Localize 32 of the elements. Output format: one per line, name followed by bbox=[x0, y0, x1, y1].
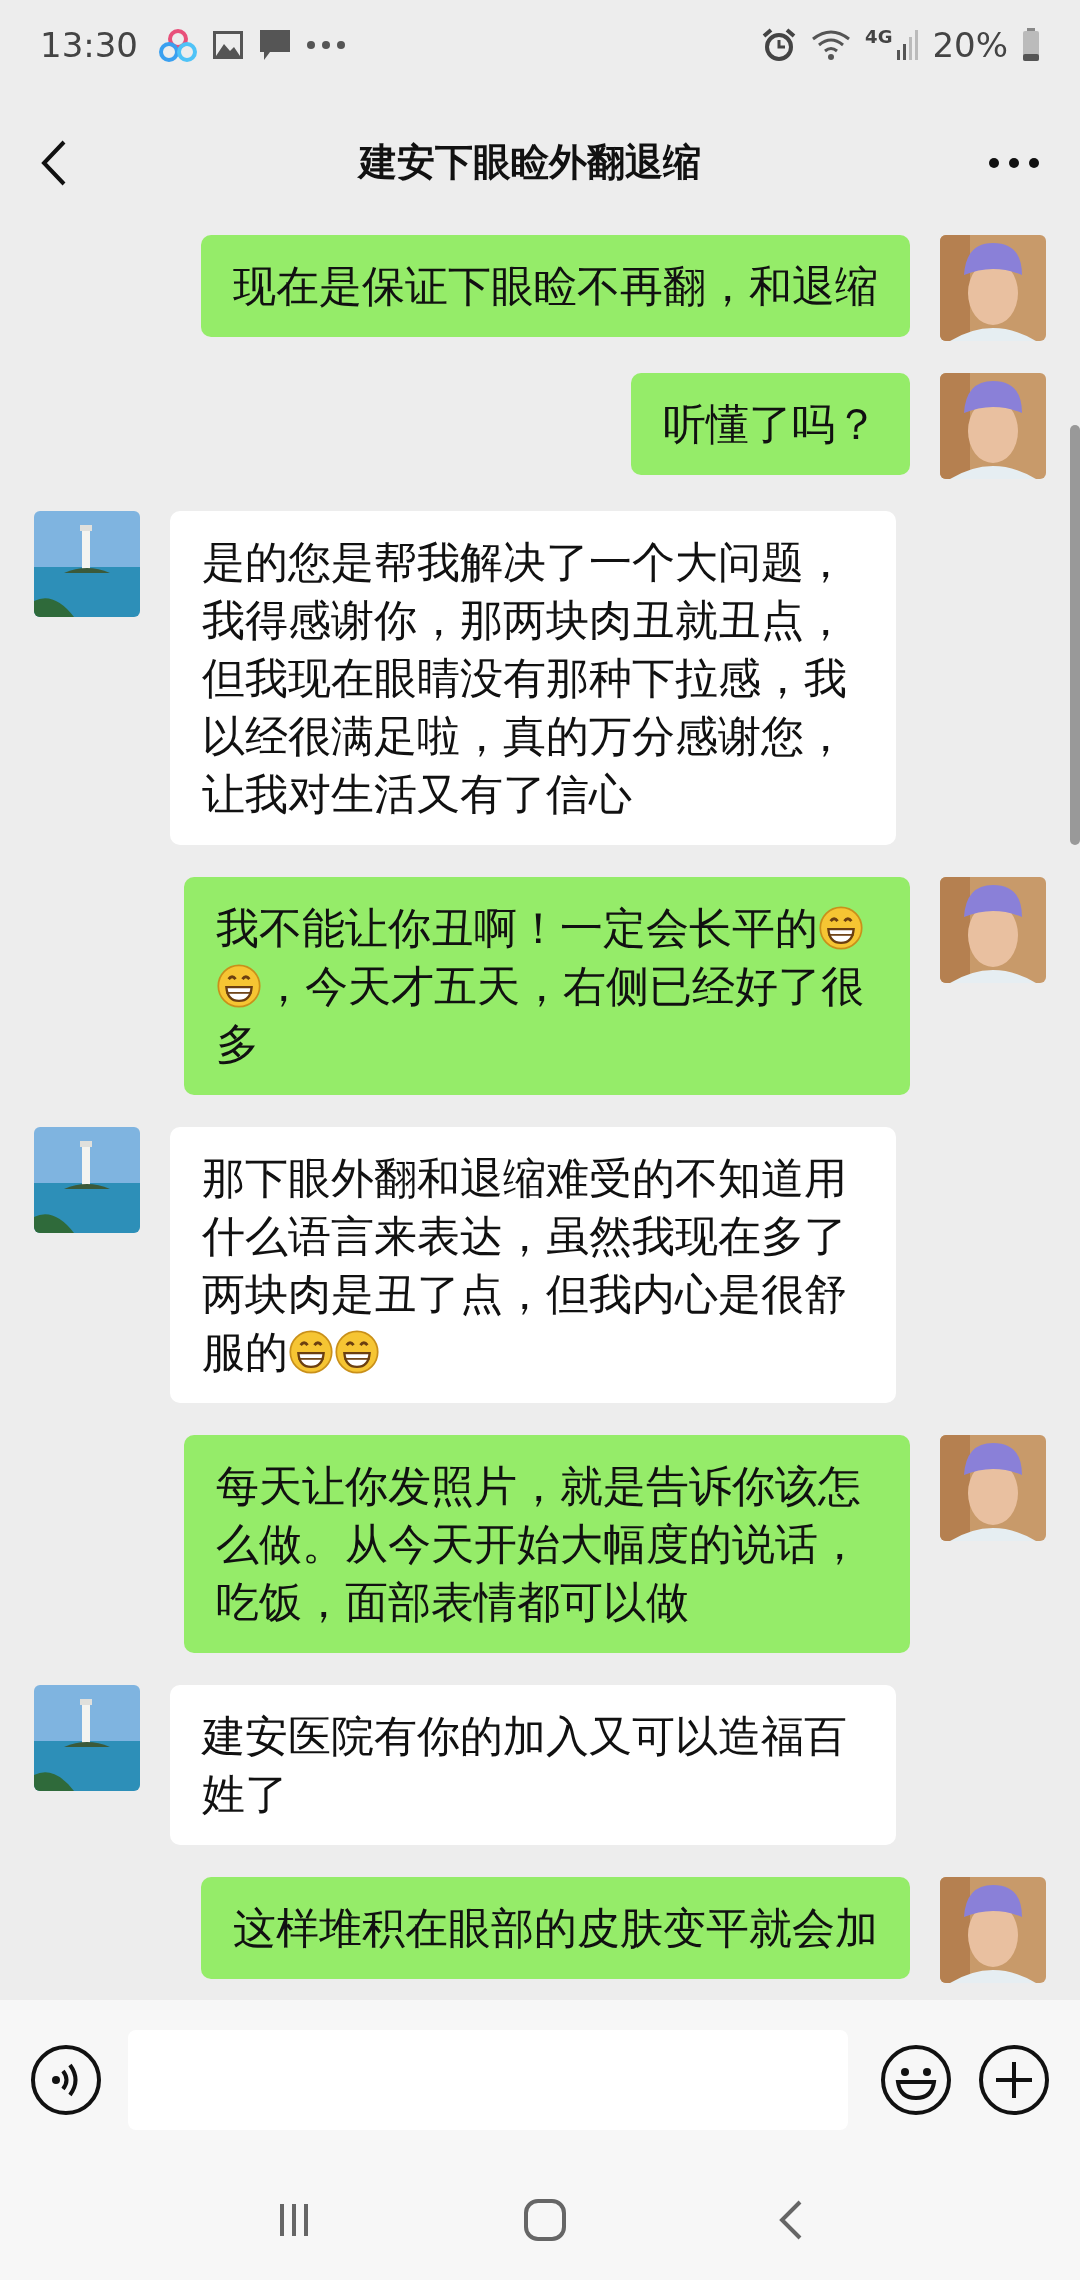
grinning-emoji-icon bbox=[334, 1329, 380, 1375]
message-text: 是的您是帮我解决了一个大问题，我得感谢你，那两块肉丑就丑点，但我现在眼睛没有那种下拉感，我以经很满足啦，真的万分感谢您，让我对生活又有了信心 bbox=[202, 537, 847, 819]
voice-icon[interactable] bbox=[30, 2044, 102, 2116]
status-time: 13:30 bbox=[40, 25, 138, 65]
message-text: 听懂了吗？ bbox=[663, 399, 878, 449]
emoji-icon[interactable] bbox=[880, 2044, 952, 2116]
message-text: 这样堆积在眼部的皮肤变平就会加 bbox=[233, 1903, 878, 1953]
message-text: 建安医院有你的加入又可以造福百姓了 bbox=[202, 1711, 847, 1819]
network-type: 4G bbox=[865, 26, 893, 47]
grinning-emoji-icon bbox=[288, 1329, 334, 1375]
battery-icon bbox=[1022, 28, 1040, 62]
wifi-icon bbox=[811, 29, 852, 61]
more-dots-icon bbox=[306, 40, 346, 50]
alarm-icon bbox=[761, 27, 798, 63]
message-text: 每天让你发照片，就是告诉你该怎么做。从今天开始大幅度的说话，吃饭，面部表情都可以做 bbox=[216, 1461, 861, 1627]
battery-level: 20% bbox=[932, 25, 1008, 65]
message-text: 多 bbox=[216, 1018, 259, 1071]
message-text: 服的 bbox=[202, 1326, 288, 1379]
grinning-emoji-icon bbox=[818, 905, 864, 951]
signal-icon bbox=[896, 28, 919, 62]
message-text: 我不能让你丑啊！一定会长平的 bbox=[216, 902, 818, 955]
message-text: 那下眼外翻和退缩难受的不知道用什么语言来表达，虽然我现在多了两块肉是丑了点，但我内心是很舒 bbox=[202, 1152, 848, 1321]
cloud-app-icon bbox=[158, 28, 198, 62]
message-text: 现在是保证下眼睑不再翻，和退缩 bbox=[233, 261, 878, 311]
image-icon bbox=[212, 30, 244, 60]
message-icon bbox=[258, 28, 292, 62]
chat-title: 建安下眼睑外翻退缩 bbox=[356, 139, 702, 186]
add-icon[interactable] bbox=[978, 2044, 1050, 2116]
grinning-emoji-icon bbox=[216, 963, 262, 1009]
more-icon[interactable] bbox=[988, 156, 1040, 169]
home-icon[interactable] bbox=[523, 2198, 567, 2242]
message-text: ，今天才五天，右侧已经好了很 bbox=[262, 960, 864, 1013]
